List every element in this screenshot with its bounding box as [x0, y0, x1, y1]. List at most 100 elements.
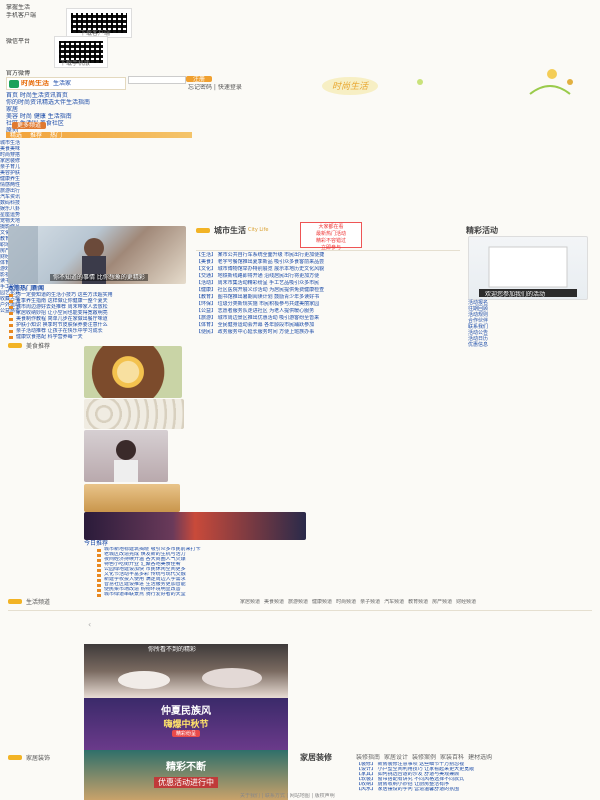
city-news-item[interactable]: 【体育】 全民健身运动会开幕 各年龄段市民踊跃参加 — [196, 322, 460, 329]
city-life-bar-icon — [196, 227, 210, 233]
city-news-item[interactable]: 【教育】 图书馆推出暑期阅读计划 鼓励青少年多读好书 — [196, 294, 460, 301]
recommend-list: 城市新地标建筑揭晓 吸引众多市民前来打卡 老城区改造完成 焕发新的生机与活力 夜间经… — [96, 547, 306, 597]
prev-arrow-icon[interactable]: ‹ — [88, 620, 91, 629]
night-scene-photo[interactable] — [84, 512, 306, 540]
logo-slogan: 生活家 — [53, 80, 72, 87]
menu-item-beauty[interactable]: 美容 时尚 健康 生活指南 — [6, 113, 126, 120]
city-news-item[interactable]: 【环保】 垃圾分类新规实施 市民积极参与共建美丽家园 — [196, 301, 460, 308]
channel-nav-link[interactable]: 家居频道 — [240, 599, 260, 605]
hot-news-heading: 本周热门新闻 — [8, 285, 45, 292]
city-news-item[interactable]: 【便民】 政务服务中心延长服务时间 方便上班族办事 — [196, 329, 460, 336]
city-news-item[interactable]: 【文化】 城市博物馆举办特别展览 展示本地历史文化风貌 — [196, 266, 460, 273]
channel-nav-link[interactable]: 时尚频道 — [336, 599, 356, 605]
badge-line-2: 最新热门活动 — [315, 231, 346, 237]
tab-recommend[interactable]: 推荐 — [30, 132, 42, 138]
channel-nav-links: 家居频道 美食频道 旅游频道 健康频道 时尚频道 亲子频道 汽车频道 教育频道 房产频道 财经频道 — [240, 599, 592, 606]
channel-bar-icon — [8, 598, 22, 604]
food-photo-dumplings[interactable] — [84, 399, 184, 429]
channel-nav-link[interactable]: 房产频道 — [432, 599, 452, 605]
menu-item-home-deco[interactable]: 家居 — [6, 106, 126, 113]
city-life-subtitle: City Life — [248, 227, 269, 233]
home-left-header: 家居装饰 — [8, 752, 50, 762]
qr-wechat-caption: 下载手机版 — [60, 60, 91, 67]
events-header: 精彩活动 — [466, 225, 498, 235]
list-item[interactable]: 城市绿道串联景点 骑行爱好者的天堂 — [96, 592, 306, 597]
footer-links[interactable]: 关于我们 | 联系方式 | 网站地图 | 版权声明 — [240, 793, 335, 800]
food-section-title: 美食推荐 — [26, 342, 51, 350]
menu-item-home[interactable]: 首页 时尚生活资讯首页 — [6, 92, 126, 99]
channel-nav-link[interactable]: 教育频道 — [408, 599, 428, 605]
event-link[interactable]: 优惠信息 — [468, 342, 586, 348]
ad-banner[interactable]: 你所看不到的精彩 仲夏民族风 嗨爆中秋节 精彩纷呈 精彩不断 优惠活动进行中 — [84, 644, 288, 800]
home-section-header: 家居装修 — [300, 752, 332, 762]
events-photo-caption: 欢迎您参加我们的活动 — [485, 291, 546, 298]
ad-mid-panel: 仲夏民族风 嗨爆中秋节 精彩纷呈 — [84, 698, 288, 750]
food-bar-icon — [8, 342, 22, 348]
channel-nav-link[interactable]: 健康频道 — [312, 599, 332, 605]
qr-label-2: 手机客户端 — [6, 12, 37, 19]
home-tag[interactable]: 家居设计 — [384, 754, 408, 761]
events-links: 活动报名 往期回顾 活动规则 合作伙伴 联系我们 活动公告 活动日历 优惠信息 — [468, 300, 586, 348]
channel-nav-title: 生活频道 — [26, 598, 51, 606]
channel-nav-link[interactable]: 汽车频道 — [384, 599, 404, 605]
recommend-heading: 今日推荐 — [84, 540, 109, 547]
feature-photo-caption: 你不知道的事情 比你想象的更精彩 — [50, 274, 148, 281]
channel-nav-link[interactable]: 亲子频道 — [360, 599, 380, 605]
channel-divider — [8, 610, 592, 611]
city-news-item[interactable]: 【公益】 志愿者服务队走进社区 为老人提供暖心服务 — [196, 308, 460, 315]
logo-text: 时尚生活 — [21, 80, 49, 87]
home-tag[interactable]: 装修案例 — [412, 754, 436, 761]
tab-hot[interactable]: 热门 — [50, 132, 62, 138]
home-tag[interactable]: 建材选购 — [468, 754, 492, 761]
portrait-photo-art — [114, 440, 138, 482]
logo-mark-icon — [9, 79, 19, 88]
home-tags: 装修指南 家居设计 装修案例 家装百科 建材选购 — [356, 754, 496, 761]
city-news-item[interactable]: 【交通】 地铁新线路即将开通 沿线居民出行将更加方便 — [196, 273, 460, 280]
food-section-header: 美食推荐 — [8, 340, 50, 350]
ad-mid-sub: 嗨爆中秋节 — [163, 720, 209, 730]
home-list: 【装修】 新房装修注意事项 这些细节千万别忽视 【设计】 小户型空间利用技巧 让家… — [356, 762, 592, 792]
city-life-divider — [196, 250, 460, 251]
header-flourish-text: 时尚生活 — [332, 81, 369, 92]
events-photo[interactable]: 欢迎您参加我们的活动 — [468, 236, 588, 300]
city-news-item[interactable]: 【生活】 某市公共自行车系统全面升级 市民出行更加便捷 — [196, 252, 460, 259]
channel-nav-link[interactable]: 财经频道 — [456, 599, 476, 605]
food-photo-bowl[interactable] — [84, 346, 182, 398]
city-news-item[interactable]: 【美食】 老字号餐馆推出夏季新品 吸引众多食客前来品尝 — [196, 259, 460, 266]
ad-mid-title: 仲夏民族风 — [161, 706, 211, 717]
home-left-bar-icon — [8, 754, 22, 760]
events-title: 精彩活动 — [466, 225, 498, 235]
home-news-item[interactable]: 【风水】 家居摆设的学问 营造温馨舒适的氛围 — [356, 787, 592, 792]
login-username-input[interactable] — [128, 76, 186, 84]
wechat-label: 微信平台 — [6, 38, 31, 45]
more-channels-button[interactable]: 更多频道 — [12, 122, 46, 129]
ad-bottom-sub: 优惠活动进行中 — [154, 777, 218, 788]
city-news-item[interactable]: 【健康】 社区医院开展义诊活动 为居民提供免费健康检查 — [196, 287, 460, 294]
city-news-item[interactable]: 【活动】 周末市集活动精彩纷呈 手工艺品吸引众多市民 — [196, 280, 460, 287]
qr-label-1: 掌握生活 — [6, 4, 31, 11]
site-logo[interactable]: 时尚生活 生活家 — [6, 77, 126, 90]
register-button[interactable]: 注册 — [186, 76, 212, 82]
home-tag[interactable]: 装修指南 — [356, 754, 380, 761]
hot-news-list: 你一定要知道的生活小技巧 这些方法超实用 夏季养生指南 这样做让你健康一整个夏天城… — [8, 292, 186, 340]
tab-picks[interactable]: 精选 — [10, 132, 22, 138]
city-news-item[interactable]: 【旅游】 城市周边景区推出优惠活动 吸引游客纷至沓来 — [196, 315, 460, 322]
channel-nav-link[interactable]: 旅游频道 — [288, 599, 308, 605]
header-illustration: 时尚生活 — [230, 64, 590, 100]
menu-item-picks[interactable]: 你的时尚资讯精选大伴生活指南 — [6, 99, 126, 106]
ad-top-art — [118, 668, 262, 689]
ad-top-panel: 你所看不到的精彩 — [84, 644, 288, 698]
feature-photo[interactable]: 你不知道的事情 比你想象的更精彩 — [8, 226, 186, 284]
orange-tab-strip: 精选 推荐 热门 — [6, 132, 192, 138]
bread-photo[interactable] — [84, 484, 180, 512]
official-weibo-label: 官方微博 — [6, 70, 31, 77]
city-life-badge[interactable]: 大家都在看 最新热门活动 精彩不容错过 立即参与 — [300, 222, 362, 251]
portrait-photo[interactable] — [84, 430, 168, 482]
ad-mid-tag: 精彩纷呈 — [171, 730, 200, 737]
events-photo-art — [479, 246, 577, 297]
home-tag[interactable]: 家装百科 — [440, 754, 464, 761]
city-life-list: 【生活】 某市公共自行车系统全面升级 市民出行更加便捷 【美食】 老字号餐馆推出夏… — [196, 252, 460, 336]
city-life-title: 城市生活 — [214, 225, 246, 235]
channel-nav-link[interactable]: 美食频道 — [264, 599, 284, 605]
channel-nav-header: 生活频道 — [8, 596, 50, 606]
